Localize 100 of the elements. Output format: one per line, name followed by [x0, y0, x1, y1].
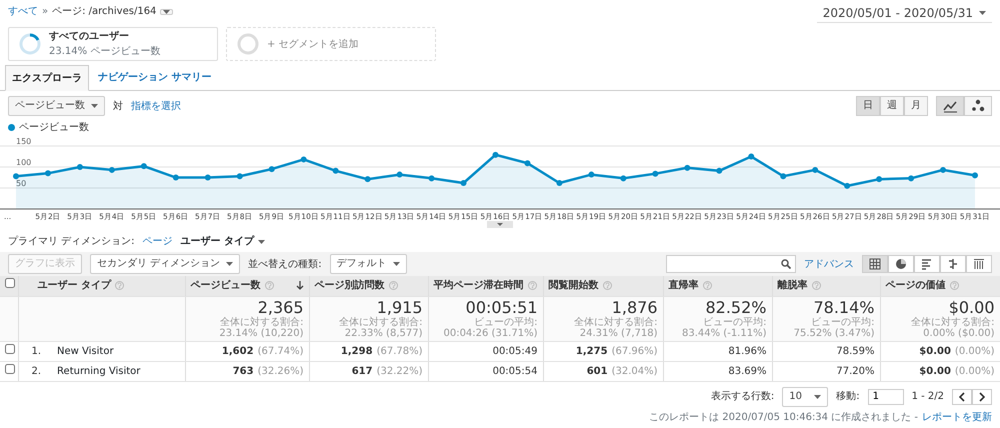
segment-detail: 23.14% ページビュー数 [49, 45, 160, 59]
row-label[interactable]: Returning Visitor [57, 364, 140, 378]
data-point[interactable] [492, 152, 498, 158]
data-point[interactable] [140, 163, 147, 170]
data-point[interactable] [44, 170, 51, 176]
total-value: 2,365 [256, 298, 304, 316]
dropdown-button[interactable] [160, 8, 174, 14]
bubble-chart-icon [971, 99, 985, 113]
data-point[interactable] [428, 175, 435, 182]
total-detail: 全体に対する割合: 22.33% (8,577) [338, 316, 422, 338]
data-point[interactable] [172, 174, 179, 180]
data-point[interactable] [812, 166, 818, 173]
data-point[interactable] [364, 176, 371, 182]
data-point[interactable] [684, 164, 690, 171]
row-number: 1. [32, 344, 42, 358]
row-checkbox[interactable] [5, 344, 15, 354]
dimension-option[interactable]: ユーザー タイプ [180, 234, 266, 249]
breadcrumb-link[interactable]: すべて [8, 4, 38, 19]
add-segment-card[interactable]: + セグメントを追加 [226, 27, 436, 61]
row-number: 2. [32, 364, 42, 378]
data-point[interactable] [908, 175, 914, 182]
tab[interactable]: ナビゲーション サマリー [91, 65, 218, 90]
breadcrumb-page: ページ: /archives/164 [52, 5, 156, 19]
share-percent: (32.26%) [258, 366, 304, 376]
data-point[interactable] [268, 166, 275, 172]
data-point[interactable] [748, 154, 754, 160]
table-cell: 78.59% [836, 346, 874, 356]
chart-type-button[interactable] [964, 96, 992, 116]
secondary-dimension-dropdown[interactable]: セカンダリ ディメンション [90, 254, 240, 274]
data-point[interactable] [460, 180, 467, 186]
total-detail: ビューの平均: 00:04:26 (31.71%) [442, 316, 538, 338]
data-point[interactable] [588, 172, 594, 178]
metric-dropdown[interactable]: ページビュー数 [8, 96, 105, 116]
checkbox[interactable] [5, 278, 15, 288]
data-point[interactable] [332, 168, 339, 174]
data-point[interactable] [396, 172, 403, 178]
data-point[interactable] [236, 173, 243, 180]
chevron-right-icon [979, 392, 985, 402]
total-value: 1,915 [376, 298, 422, 316]
view-button[interactable] [914, 255, 940, 273]
dimension-option[interactable]: ページ [142, 234, 173, 249]
data-point[interactable] [300, 156, 307, 162]
view-button[interactable] [940, 255, 966, 273]
interval-button[interactable]: 週 [880, 96, 904, 116]
interval-button[interactable]: 月 [904, 96, 928, 116]
table-cell: 00:05:49 [492, 346, 538, 356]
view-button[interactable] [888, 255, 914, 273]
help-icon [528, 281, 536, 290]
data-point[interactable] [652, 170, 658, 177]
view-button[interactable] [966, 255, 992, 273]
axis-tick-label: 100 [16, 158, 32, 167]
data-point[interactable] [524, 160, 530, 166]
comparison-icon [947, 258, 959, 270]
refresh-report-link[interactable]: レポートを更新 [922, 410, 992, 424]
row-label[interactable]: New Visitor [57, 344, 114, 358]
data-point[interactable] [972, 172, 978, 178]
table-cell: 1,298 [340, 346, 373, 356]
total-value: 00:05:51 [464, 298, 538, 316]
next-page-button[interactable] [972, 388, 992, 404]
row-checkbox[interactable] [5, 364, 15, 374]
data-point[interactable] [76, 164, 83, 170]
table-cell: 1,602 [222, 346, 254, 356]
share-percent: (67.96%) [612, 346, 658, 356]
add-segment-label: + セグメントを追加 [267, 38, 359, 52]
resize-handle[interactable] [487, 221, 513, 228]
data-point[interactable] [108, 166, 115, 173]
help-icon [114, 281, 124, 290]
data-point[interactable] [204, 174, 211, 180]
tab[interactable]: エクスプローラ [5, 65, 89, 91]
share-percent: (67.74%) [258, 346, 304, 356]
view-button[interactable] [862, 255, 888, 273]
data-point[interactable] [620, 175, 626, 182]
total-detail: ビューの平均: 83.44% (-1.11%) [681, 316, 766, 338]
advanced-link[interactable]: アドバンス [804, 256, 854, 272]
line-chart-icon [943, 99, 957, 113]
caret-icon [258, 240, 266, 244]
rows-label: 表示する行数: [710, 390, 774, 404]
data-point[interactable] [940, 166, 946, 173]
chart-type-button[interactable] [936, 96, 964, 116]
page-range: 1 - 2/2 [912, 390, 944, 404]
table-cell: 763 [232, 366, 254, 376]
total-value: 78.14% [812, 298, 874, 316]
data-point[interactable] [780, 173, 786, 180]
rows-select[interactable]: 10 [782, 386, 828, 406]
axis-tick-label: 50 [16, 179, 26, 188]
search-field[interactable] [666, 255, 796, 273]
data-point[interactable] [844, 182, 850, 189]
data-point[interactable] [716, 168, 722, 174]
data-point[interactable] [556, 180, 562, 186]
share-percent: (32.04%) [612, 366, 658, 376]
select-metric-link[interactable]: 指標を選択 [131, 98, 181, 114]
segment-card[interactable]: すべてのユーザー 23.14% ページビュー数 [8, 27, 218, 61]
interval-button[interactable]: 日 [856, 96, 880, 116]
prev-page-button[interactable] [952, 388, 972, 404]
report-timestamp: このレポートは 2020/07/05 10:46:34 に作成されました - [649, 410, 918, 424]
data-point[interactable] [876, 176, 882, 182]
goto-field[interactable]: 1 [868, 388, 904, 404]
sort-type-dropdown[interactable]: デフォルト [330, 254, 407, 274]
data-point[interactable] [13, 173, 19, 180]
empty-ring-icon [237, 33, 259, 55]
